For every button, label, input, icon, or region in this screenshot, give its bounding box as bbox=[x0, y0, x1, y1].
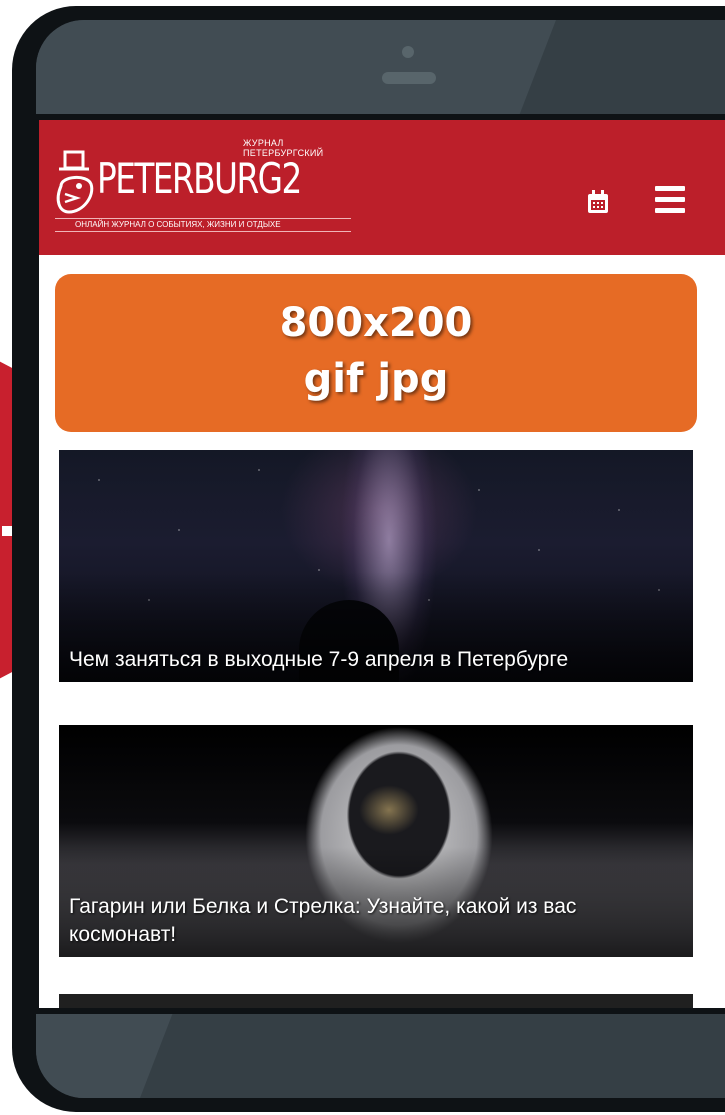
screen-content: Журнал Петербургский PETERBURG2 онлайн ж… bbox=[39, 120, 725, 1008]
logo-text: PETERBURG2 bbox=[97, 154, 302, 203]
hamburger-menu-button[interactable] bbox=[655, 186, 685, 214]
article-title: Чем заняться в выходные 7-9 апреля в Пет… bbox=[69, 648, 569, 671]
site-logo[interactable]: Журнал Петербургский PETERBURG2 онлайн ж… bbox=[49, 134, 351, 244]
hamburger-line bbox=[655, 197, 685, 202]
stage: Журнал Петербургский PETERBURG2 онлайн ж… bbox=[0, 0, 725, 1115]
visor-glint bbox=[359, 785, 419, 835]
ad-banner[interactable]: 800x200 gif jpg bbox=[55, 274, 697, 432]
phone-screen: Журнал Петербургский PETERBURG2 онлайн ж… bbox=[33, 114, 725, 1014]
phone-speaker bbox=[382, 72, 436, 84]
ad-banner-size: 800x200 bbox=[279, 300, 473, 346]
app-header: Журнал Петербургский PETERBURG2 онлайн ж… bbox=[39, 120, 725, 255]
article-card[interactable]: Гагарин или Белка и Стрелка: Узнайте, ка… bbox=[59, 725, 693, 957]
hamburger-line bbox=[655, 186, 685, 191]
bird-logo-icon bbox=[56, 150, 94, 214]
calendar-button[interactable] bbox=[587, 190, 609, 214]
ad-banner-formats: gif jpg bbox=[303, 356, 449, 402]
article-title: Гагарин или Белка и Стрелка: Узнайте, ка… bbox=[69, 895, 577, 946]
phone-camera bbox=[402, 46, 414, 58]
hamburger-line bbox=[655, 208, 685, 213]
article-card[interactable]: Чем заняться в выходные 7-9 апреля в Пет… bbox=[59, 450, 693, 682]
article-card-partial[interactable] bbox=[59, 994, 693, 1008]
calendar-icon bbox=[588, 190, 608, 213]
side-badge-dot bbox=[2, 526, 12, 536]
logo-subline: онлайн журнал о событиях, жизни и отдыхе bbox=[55, 218, 351, 232]
